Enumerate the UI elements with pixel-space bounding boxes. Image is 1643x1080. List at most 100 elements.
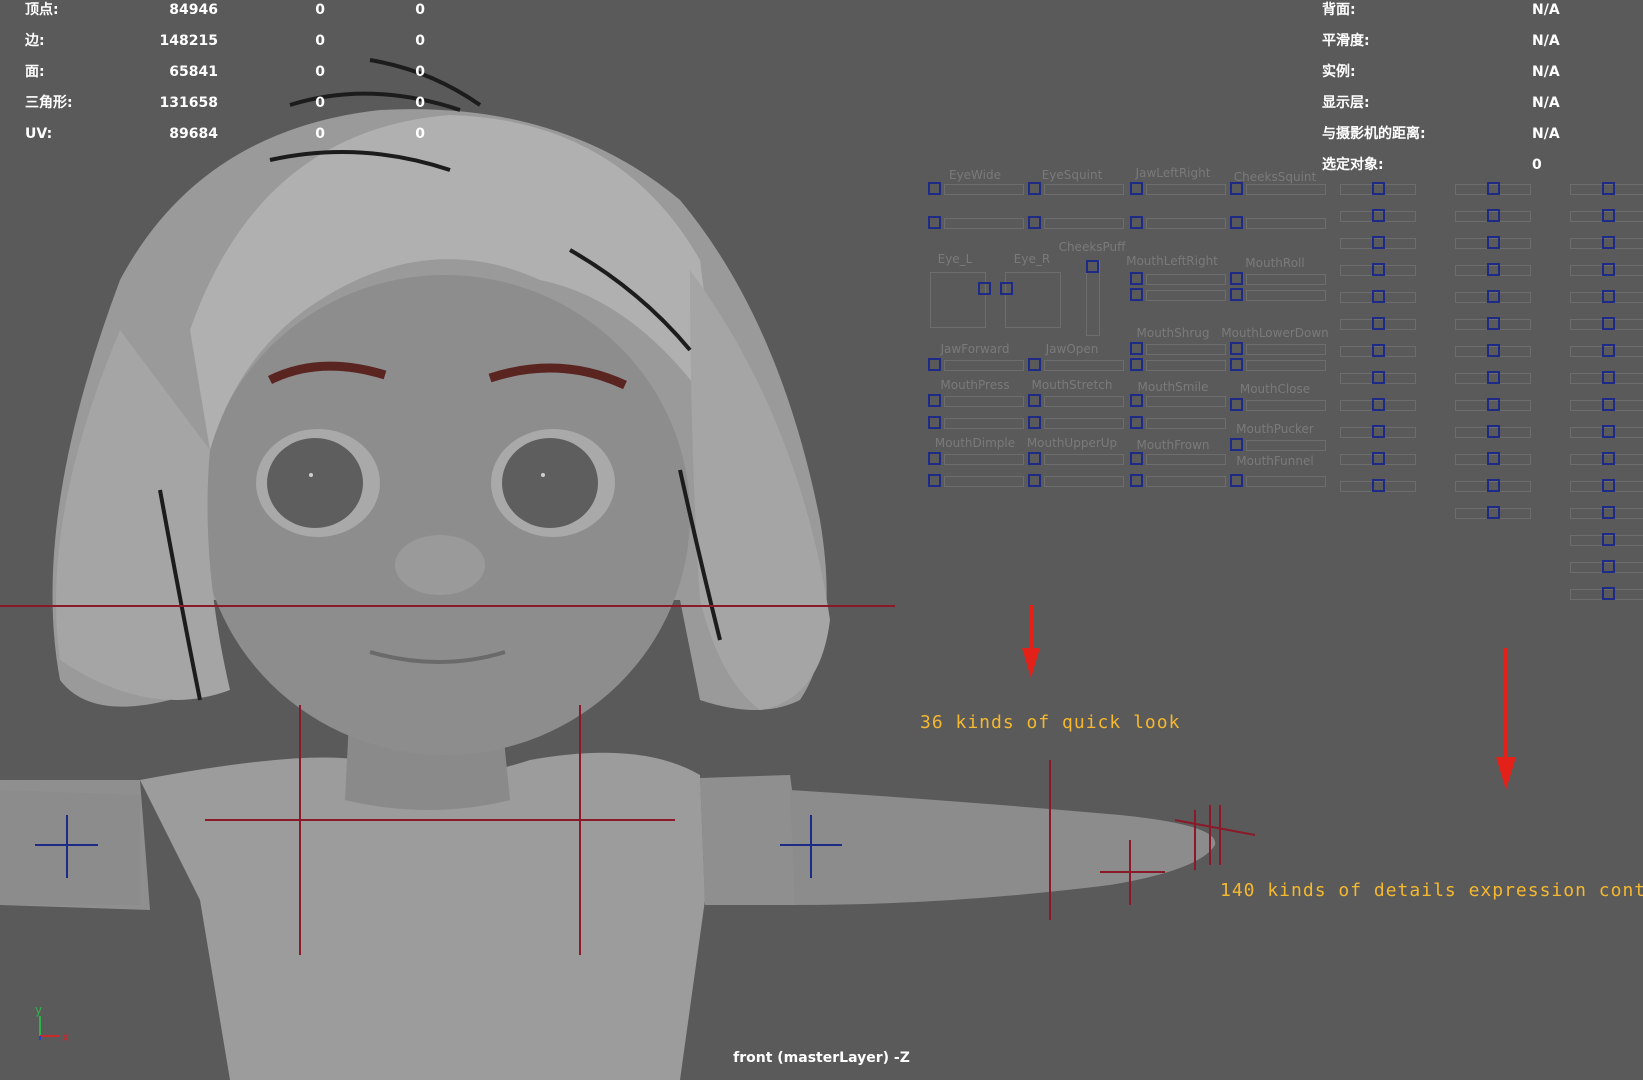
blendshape-slider[interactable] xyxy=(1028,474,1128,488)
slider-handle[interactable] xyxy=(1602,560,1615,573)
detail-expression-slider[interactable] xyxy=(1570,263,1643,277)
slider-handle[interactable] xyxy=(1602,506,1615,519)
detail-expression-slider[interactable] xyxy=(1570,425,1643,439)
detail-expression-slider[interactable] xyxy=(1340,398,1420,412)
detail-expression-slider[interactable] xyxy=(1570,371,1643,385)
slider-handle[interactable] xyxy=(1130,394,1143,407)
detail-expression-slider[interactable] xyxy=(1570,479,1643,493)
slider-handle[interactable] xyxy=(1230,272,1243,285)
blendshape-slider[interactable] xyxy=(928,216,1028,230)
slider-handle[interactable] xyxy=(1602,209,1615,222)
blendshape-slider[interactable] xyxy=(1130,358,1230,372)
slider-handle[interactable] xyxy=(1372,371,1385,384)
blendshape-slider[interactable] xyxy=(1230,182,1330,196)
detail-expression-slider[interactable] xyxy=(1570,398,1643,412)
blendshape-slider[interactable] xyxy=(1130,182,1230,196)
blendshape-slider[interactable] xyxy=(1230,288,1330,302)
slider-handle[interactable] xyxy=(1372,452,1385,465)
detail-expression-slider[interactable] xyxy=(1570,182,1643,196)
slider-handle[interactable] xyxy=(1372,263,1385,276)
blendshape-slider[interactable] xyxy=(928,474,1028,488)
blendshape-slider[interactable] xyxy=(1230,474,1330,488)
detail-expression-slider[interactable] xyxy=(1340,344,1420,358)
detail-expression-slider[interactable] xyxy=(1570,560,1643,574)
slider-handle[interactable] xyxy=(1028,216,1041,229)
slider-handle[interactable] xyxy=(1602,533,1615,546)
slider-handle[interactable] xyxy=(928,358,941,371)
detail-expression-slider[interactable] xyxy=(1570,209,1643,223)
detail-expression-slider[interactable] xyxy=(1455,425,1535,439)
slider-handle[interactable] xyxy=(1230,474,1243,487)
slider-handle[interactable] xyxy=(1602,479,1615,492)
slider-handle[interactable] xyxy=(1487,182,1500,195)
blendshape-slider[interactable] xyxy=(1230,398,1330,412)
blendshape-slider[interactable] xyxy=(1130,452,1230,466)
slider-handle[interactable] xyxy=(1602,344,1615,357)
cheeks-puff-controller[interactable] xyxy=(1086,260,1099,273)
slider-handle[interactable] xyxy=(1130,474,1143,487)
blendshape-slider[interactable] xyxy=(1028,358,1128,372)
slider-handle[interactable] xyxy=(1130,358,1143,371)
blendshape-slider[interactable] xyxy=(1028,216,1128,230)
blendshape-slider[interactable] xyxy=(1028,394,1128,408)
slider-handle[interactable] xyxy=(928,216,941,229)
blendshape-slider[interactable] xyxy=(1130,416,1230,430)
detail-expression-slider[interactable] xyxy=(1455,317,1535,331)
detail-expression-slider[interactable] xyxy=(1340,479,1420,493)
slider-handle[interactable] xyxy=(928,452,941,465)
slider-handle[interactable] xyxy=(1487,317,1500,330)
slider-handle[interactable] xyxy=(1372,209,1385,222)
detail-expression-slider[interactable] xyxy=(1455,506,1535,520)
slider-handle[interactable] xyxy=(1602,452,1615,465)
slider-handle[interactable] xyxy=(1487,344,1500,357)
slider-handle[interactable] xyxy=(1130,416,1143,429)
slider-handle[interactable] xyxy=(1130,452,1143,465)
slider-handle[interactable] xyxy=(1487,398,1500,411)
slider-handle[interactable] xyxy=(1487,425,1500,438)
slider-handle[interactable] xyxy=(1028,394,1041,407)
slider-handle[interactable] xyxy=(1602,371,1615,384)
detail-expression-slider[interactable] xyxy=(1570,506,1643,520)
slider-handle[interactable] xyxy=(1028,182,1041,195)
detail-expression-slider[interactable] xyxy=(1455,263,1535,277)
blendshape-slider[interactable] xyxy=(1230,342,1330,356)
detail-expression-slider[interactable] xyxy=(1340,290,1420,304)
slider-handle[interactable] xyxy=(1230,182,1243,195)
blendshape-slider[interactable] xyxy=(928,452,1028,466)
detail-expression-slider[interactable] xyxy=(1455,290,1535,304)
slider-handle[interactable] xyxy=(1230,216,1243,229)
slider-handle[interactable] xyxy=(1602,587,1615,600)
slider-handle[interactable] xyxy=(1602,290,1615,303)
blendshape-slider[interactable] xyxy=(1230,438,1330,452)
blendshape-slider[interactable] xyxy=(1230,216,1330,230)
detail-expression-slider[interactable] xyxy=(1455,209,1535,223)
slider-handle[interactable] xyxy=(1372,290,1385,303)
detail-expression-slider[interactable] xyxy=(1455,371,1535,385)
slider-handle[interactable] xyxy=(1130,342,1143,355)
slider-handle[interactable] xyxy=(1372,317,1385,330)
maya-viewport[interactable]: y x 顶点: 84946 0 0 边: 148215 0 0 面: 65841 0 0 三角形: 131… xyxy=(0,0,1643,1080)
slider-handle[interactable] xyxy=(1487,263,1500,276)
blendshape-slider[interactable] xyxy=(928,358,1028,372)
slider-handle[interactable] xyxy=(1487,452,1500,465)
detail-expression-slider[interactable] xyxy=(1340,425,1420,439)
slider-handle[interactable] xyxy=(1602,317,1615,330)
detail-expression-slider[interactable] xyxy=(1570,290,1643,304)
slider-handle[interactable] xyxy=(1487,236,1500,249)
slider-handle[interactable] xyxy=(1028,474,1041,487)
slider-handle[interactable] xyxy=(1602,398,1615,411)
eye-left-controller[interactable] xyxy=(978,282,991,295)
detail-expression-slider[interactable] xyxy=(1340,182,1420,196)
detail-expression-slider[interactable] xyxy=(1455,236,1535,250)
slider-handle[interactable] xyxy=(1230,438,1243,451)
slider-handle[interactable] xyxy=(1487,506,1500,519)
slider-handle[interactable] xyxy=(1230,398,1243,411)
blendshape-slider[interactable] xyxy=(1130,474,1230,488)
slider-handle[interactable] xyxy=(1028,452,1041,465)
detail-expression-slider[interactable] xyxy=(1570,236,1643,250)
detail-expression-slider[interactable] xyxy=(1340,236,1420,250)
slider-handle[interactable] xyxy=(1230,342,1243,355)
slider-handle[interactable] xyxy=(1487,479,1500,492)
blendshape-slider[interactable] xyxy=(1130,216,1230,230)
detail-expression-slider[interactable] xyxy=(1340,263,1420,277)
